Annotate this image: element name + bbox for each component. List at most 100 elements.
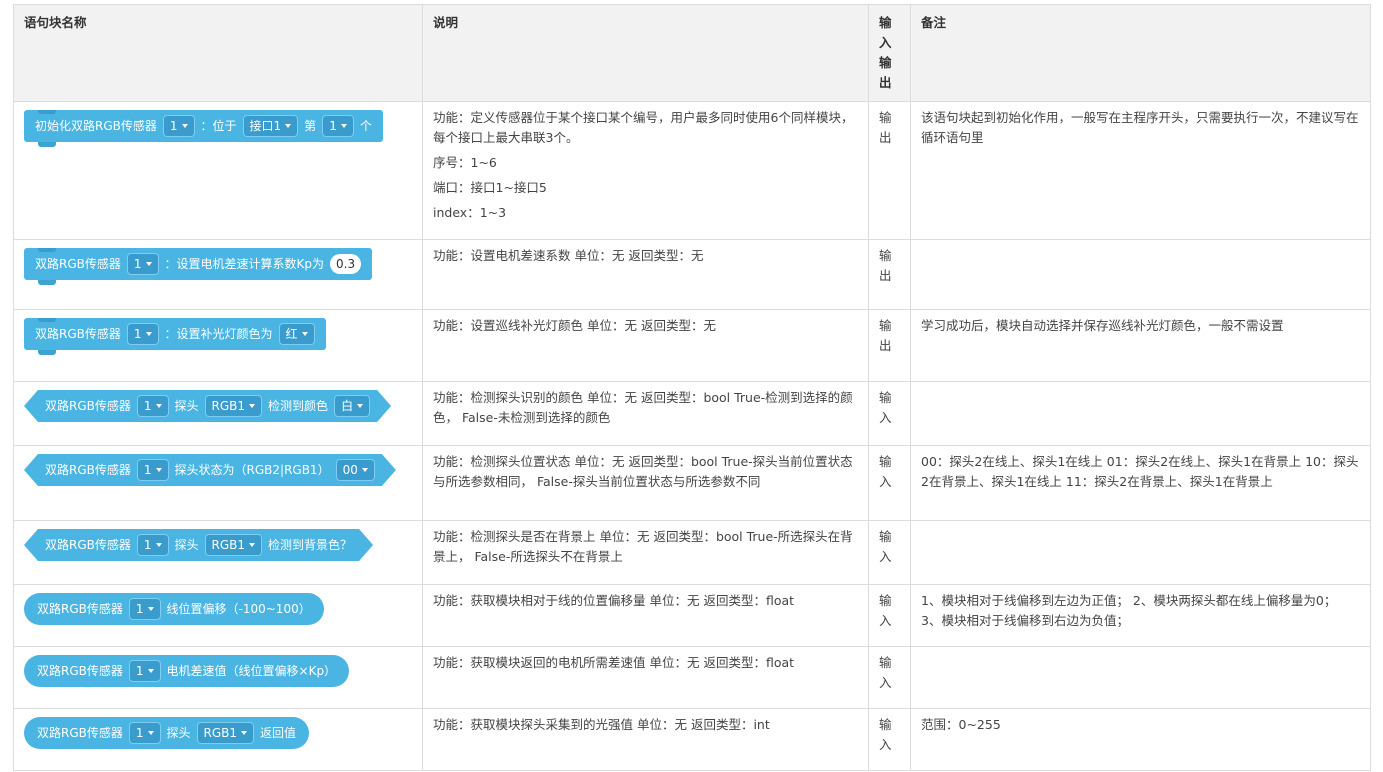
block-text: 探头	[174, 399, 199, 413]
block-cell: 初始化双路RGB传感器 1 ：位于 接口1 第 1 个	[13, 101, 423, 240]
block-text: 返回值	[260, 726, 297, 740]
description-line: 功能：获取模块返回的电机所需差速值 单位：无 返回类型：float	[433, 655, 795, 670]
description-line: 序号：1~6	[433, 155, 497, 170]
dropdown-value: 1	[143, 538, 152, 552]
dropdown-value: 1	[143, 399, 152, 413]
chevron-down-icon	[147, 731, 154, 735]
chevron-down-icon	[241, 731, 248, 735]
io-cell: 输出	[868, 239, 911, 310]
block-cell: 双路RGB传感器 1 电机差速值（线位置偏移×Kp）	[13, 646, 423, 709]
dropdown-value: 1	[135, 602, 144, 616]
dropdown-value: 1	[133, 327, 142, 341]
detect-background-block[interactable]: 双路RGB传感器 1 探头 RGB1 检测到背景色？	[24, 529, 373, 561]
description-cell: 功能：检测探头是否在背景上 单位：无 返回类型：bool True-所选探头在背…	[422, 520, 869, 585]
description-line: 功能：获取模块相对于线的位置偏移量 单位：无 返回类型：float	[433, 593, 795, 608]
probe-state-block[interactable]: 双路RGB传感器 1 探头状态为（RGB2|RGB1） 00	[24, 454, 396, 486]
detect-color-block[interactable]: 双路RGB传感器 1 探头 RGB1 检测到颜色 白	[24, 390, 391, 422]
dropdown-value: 1	[329, 119, 337, 133]
description-cell: 功能：设置巡线补光灯颜色 单位：无 返回类型：无	[422, 309, 869, 382]
io-cell: 输出	[868, 309, 911, 382]
block-text: 双路RGB传感器	[45, 463, 131, 477]
block-cell: 双路RGB传感器 1 ：设置电机差速计算系数Kp为 0.3	[13, 239, 423, 310]
block-text: 双路RGB传感器	[37, 726, 123, 740]
block-text: 检测到背景色？	[268, 538, 353, 552]
sensor-index-dropdown[interactable]: 1	[126, 253, 159, 275]
table-row: 初始化双路RGB传感器 1 ：位于 接口1 第 1 个 功能：定义传感器位于某个…	[13, 101, 1371, 240]
table-row: 双路RGB传感器 1 ：设置电机差速计算系数Kp为 0.3 功能：设置电机差速系…	[13, 239, 1371, 310]
remarks-cell: 1、模块相对于线偏移到左边为正值； 2、模块两探头都在线上偏移量为0； 3、模块…	[910, 584, 1371, 647]
block-text: 双路RGB传感器	[37, 602, 123, 616]
remarks-cell	[910, 520, 1371, 585]
port-dropdown[interactable]: 接口1	[242, 115, 299, 137]
sensor-index-dropdown[interactable]: 1	[162, 115, 195, 137]
block-text: 双路RGB传感器	[45, 538, 131, 552]
block-cell: 双路RGB传感器 1 探头 RGB1 检测到背景色？	[13, 520, 423, 585]
block-cell: 双路RGB传感器 1 ：设置补光灯颜色为 红	[13, 309, 423, 382]
probe-dropdown[interactable]: RGB1	[205, 534, 263, 556]
block-text: 初始化双路RGB传感器	[35, 119, 157, 133]
table-row: 双路RGB传感器 1 探头状态为（RGB2|RGB1） 00 功能：检测探头位置…	[13, 445, 1371, 521]
sensor-index-dropdown[interactable]: 1	[128, 598, 161, 620]
block-text: 检测到颜色	[268, 399, 329, 413]
chevron-down-icon	[301, 332, 308, 336]
description-line: index：1~3	[433, 205, 507, 220]
kp-number-input[interactable]: 0.3	[330, 254, 362, 274]
header-input-output: 输入输出	[868, 4, 911, 102]
description-cell: 功能：定义传感器位于某个接口某个编号，用户最多同时使用6个同样模块，每个接口上最…	[422, 101, 869, 240]
dropdown-value: 1	[135, 726, 144, 740]
block-cell: 双路RGB传感器 1 探头状态为（RGB2|RGB1） 00	[13, 445, 423, 521]
table-row: 双路RGB传感器 1 电机差速值（线位置偏移×Kp） 功能：获取模块返回的电机所…	[13, 646, 1371, 709]
dropdown-value: RGB1	[211, 399, 246, 413]
set-kp-block[interactable]: 双路RGB传感器 1 ：设置电机差速计算系数Kp为 0.3	[24, 248, 373, 285]
chevron-down-icon	[156, 468, 162, 472]
probe-dropdown[interactable]: RGB1	[196, 722, 255, 744]
motor-diff-block[interactable]: 双路RGB传感器 1 电机差速值（线位置偏移×Kp）	[24, 655, 350, 687]
probe-dropdown[interactable]: RGB1	[205, 395, 263, 417]
io-cell: 输入	[868, 381, 911, 446]
sensor-index-dropdown[interactable]: 1	[126, 323, 159, 345]
block-text: ：位于	[200, 119, 237, 133]
block-text: 电机差速值（线位置偏移×Kp）	[166, 664, 337, 678]
dropdown-value: 00	[342, 463, 358, 477]
table-header-row: 语句块名称 说明 输入输出 备注	[13, 4, 1371, 102]
block-text: 双路RGB传感器	[35, 327, 121, 341]
table-row: 双路RGB传感器 1 探头 RGB1 检测到背景色？ 功能：检测探头是否在背景上…	[13, 520, 1371, 585]
chevron-down-icon	[362, 468, 368, 472]
state-dropdown[interactable]: 00	[336, 459, 375, 481]
chevron-down-icon	[147, 607, 154, 611]
position-dropdown[interactable]: 1	[322, 115, 354, 137]
sensor-index-dropdown[interactable]: 1	[137, 534, 169, 556]
set-light-color-block[interactable]: 双路RGB传感器 1 ：设置补光灯颜色为 红	[24, 318, 326, 355]
color-dropdown[interactable]: 白	[334, 395, 370, 417]
block-text: 第	[304, 119, 317, 133]
line-offset-block[interactable]: 双路RGB传感器 1 线位置偏移（-100~100）	[24, 593, 324, 625]
block-text: 双路RGB传感器	[45, 399, 131, 413]
description-line: 功能：定义传感器位于某个接口某个编号，用户最多同时使用6个同样模块，每个接口上最…	[433, 110, 854, 145]
header-remarks: 备注	[910, 4, 1371, 102]
chevron-down-icon	[156, 543, 162, 547]
chevron-down-icon	[340, 124, 347, 128]
description-line: 功能：检测探头是否在背景上 单位：无 返回类型：bool True-所选探头在背…	[433, 529, 853, 564]
block-text: 个	[359, 119, 372, 133]
io-cell: 输出	[868, 101, 911, 240]
remarks-cell: 学习成功后，模块自动选择并保存巡线补光灯颜色，一般不需设置	[910, 309, 1371, 382]
sensor-index-dropdown[interactable]: 1	[137, 459, 169, 481]
dropdown-value: 白	[341, 399, 354, 413]
chevron-down-icon	[249, 543, 255, 547]
sensor-index-dropdown[interactable]: 1	[128, 722, 161, 744]
probe-value-block[interactable]: 双路RGB传感器 1 探头 RGB1 返回值	[24, 717, 310, 749]
color-dropdown[interactable]: 红	[278, 323, 315, 345]
sensor-index-dropdown[interactable]: 1	[128, 660, 161, 682]
description-cell: 功能：检测探头识别的颜色 单位：无 返回类型：bool True-检测到选择的颜…	[422, 381, 869, 446]
sensor-index-dropdown[interactable]: 1	[137, 395, 169, 417]
io-cell: 输入	[868, 445, 911, 521]
description-line: 端口：接口1~接口5	[433, 180, 547, 195]
table-row: 双路RGB传感器 1 探头 RGB1 检测到颜色 白 功能：检测探头识别的颜色 …	[13, 381, 1371, 446]
blocks-reference-table: 语句块名称 说明 输入输出 备注 初始化双路RGB传感器 1 ：位于 接口1 第…	[13, 4, 1371, 771]
chevron-down-icon	[249, 404, 255, 408]
io-cell: 输入	[868, 708, 911, 771]
description-cell: 功能：获取模块返回的电机所需差速值 单位：无 返回类型：float	[422, 646, 869, 709]
init-sensor-block[interactable]: 初始化双路RGB传感器 1 ：位于 接口1 第 1 个	[24, 110, 383, 147]
block-cell: 双路RGB传感器 1 探头 RGB1 检测到颜色 白	[13, 381, 423, 446]
description-line: 功能：检测探头识别的颜色 单位：无 返回类型：bool True-检测到选择的颜…	[433, 390, 853, 425]
